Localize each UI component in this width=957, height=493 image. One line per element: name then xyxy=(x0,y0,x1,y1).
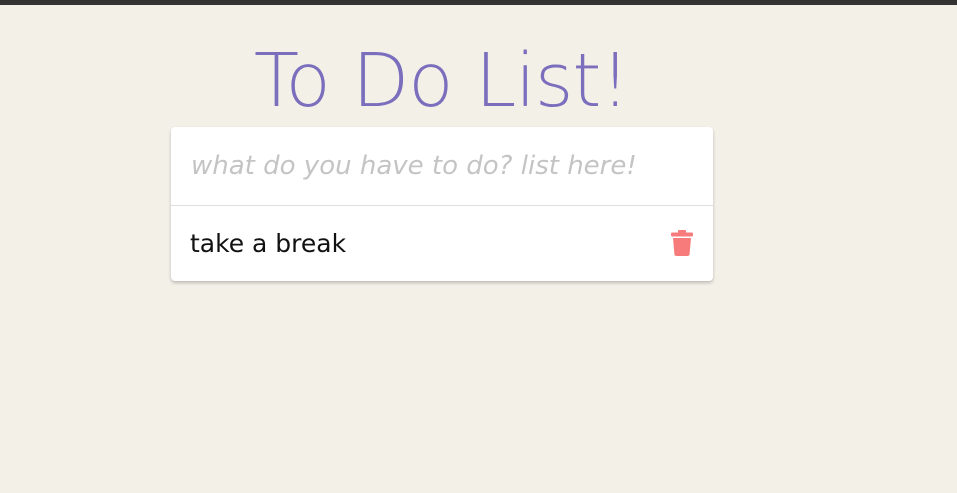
new-todo-input[interactable] xyxy=(171,127,713,206)
todo-card: take a break xyxy=(171,127,713,281)
todo-item-label: take a break xyxy=(190,229,347,258)
window-top-bar xyxy=(0,0,957,5)
page-title: To Do List! xyxy=(253,38,630,124)
todo-list-item[interactable]: take a break xyxy=(171,206,713,281)
trash-icon[interactable] xyxy=(671,230,693,256)
